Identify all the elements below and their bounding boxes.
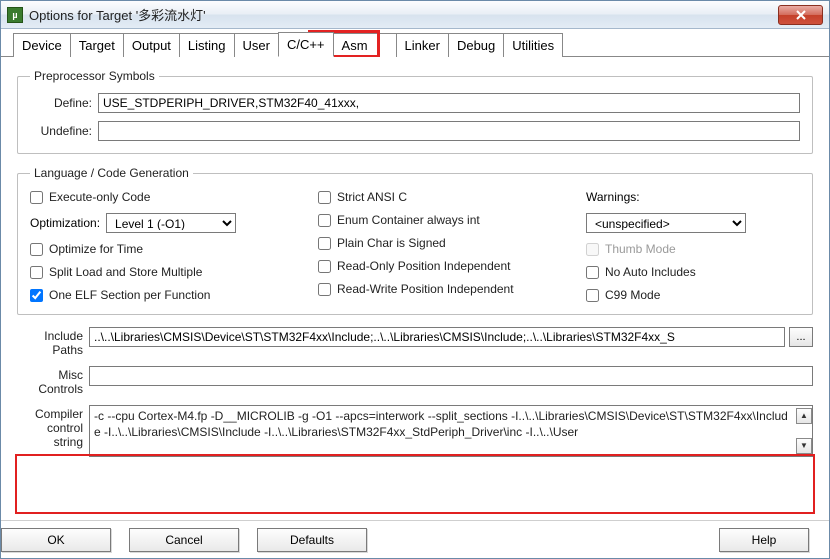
titlebar: µ Options for Target '多彩流水灯' <box>1 1 829 29</box>
tab-utilities[interactable]: Utilities <box>503 33 563 57</box>
define-input[interactable] <box>98 93 800 113</box>
chk-strict-ansi[interactable]: Strict ANSI C <box>318 190 568 204</box>
scroll-up-icon[interactable]: ▲ <box>796 408 812 424</box>
tab-c-cpp[interactable]: C/C++ <box>278 32 334 57</box>
tab-user[interactable]: User <box>234 33 279 57</box>
tab-device[interactable]: Device <box>13 33 71 57</box>
chk-optimize-time[interactable]: Optimize for Time <box>30 242 300 256</box>
group-langgen: Language / Code Generation Execute-only … <box>17 166 813 315</box>
close-icon <box>795 10 807 20</box>
compiler-control-string-label: Compiler control string <box>17 405 89 450</box>
help-button[interactable]: Help <box>719 528 809 552</box>
define-label: Define: <box>30 96 98 110</box>
chk-ro-pi[interactable]: Read-Only Position Independent <box>318 259 568 273</box>
undefine-label: Undefine: <box>30 124 98 138</box>
tab-target[interactable]: Target <box>70 33 124 57</box>
chk-enum-container[interactable]: Enum Container always int <box>318 213 568 227</box>
cancel-button[interactable]: Cancel <box>129 528 239 552</box>
chk-c99[interactable]: C99 Mode <box>586 288 800 302</box>
chk-rw-pi[interactable]: Read-Write Position Independent <box>318 282 568 296</box>
lower-rows: Include Paths ... Misc Controls Compiler… <box>17 327 813 457</box>
optimization-select[interactable]: Level 1 (-O1) <box>106 213 236 233</box>
tab-listing[interactable]: Listing <box>179 33 235 57</box>
scroll-down-icon[interactable]: ▼ <box>796 438 812 454</box>
group-preprocessor: Preprocessor Symbols Define: Undefine: <box>17 69 813 154</box>
tab-asm[interactable]: Asm <box>333 33 397 57</box>
compiler-control-string-scroll[interactable]: ▲ ▼ <box>796 408 812 454</box>
optimization-label: Optimization: <box>30 216 100 230</box>
chk-exec-only[interactable]: Execute-only Code <box>30 190 300 204</box>
compiler-control-string-text: -c --cpu Cortex-M4.fp -D__MICROLIB -g -O… <box>94 408 796 454</box>
ok-button[interactable]: OK <box>1 528 111 552</box>
window-title: Options for Target '多彩流水灯' <box>29 5 778 24</box>
group-langgen-legend: Language / Code Generation <box>30 166 193 180</box>
tabbar: Device Target Output Listing User C/C++ … <box>1 29 829 57</box>
compiler-control-string-field: -c --cpu Cortex-M4.fp -D__MICROLIB -g -O… <box>89 405 813 457</box>
app-icon: µ <box>7 7 23 23</box>
tab-output[interactable]: Output <box>123 33 180 57</box>
misc-controls-input[interactable] <box>89 366 813 386</box>
chk-no-auto-inc[interactable]: No Auto Includes <box>586 265 800 279</box>
close-button[interactable] <box>778 5 823 25</box>
warnings-select[interactable]: <unspecified> <box>586 213 746 233</box>
group-preprocessor-legend: Preprocessor Symbols <box>30 69 159 83</box>
tab-panel-c-cpp: Preprocessor Symbols Define: Undefine: L… <box>1 57 829 520</box>
include-paths-input[interactable] <box>89 327 785 347</box>
chk-split-load[interactable]: Split Load and Store Multiple <box>30 265 300 279</box>
chk-plain-char[interactable]: Plain Char is Signed <box>318 236 568 250</box>
defaults-button[interactable]: Defaults <box>257 528 367 552</box>
include-paths-browse-button[interactable]: ... <box>789 327 813 347</box>
include-paths-label: Include Paths <box>17 327 89 358</box>
misc-controls-label: Misc Controls <box>17 366 89 397</box>
chk-thumb-mode: Thumb Mode <box>586 242 800 256</box>
tab-debug[interactable]: Debug <box>448 33 504 57</box>
tab-linker[interactable]: Linker <box>396 33 449 57</box>
highlight-compiler-control-string <box>15 454 815 514</box>
dialog-footer: OK Cancel Defaults Help <box>1 520 829 558</box>
warnings-label: Warnings: <box>586 190 800 204</box>
chk-one-elf[interactable]: One ELF Section per Function <box>30 288 300 302</box>
undefine-input[interactable] <box>98 121 800 141</box>
